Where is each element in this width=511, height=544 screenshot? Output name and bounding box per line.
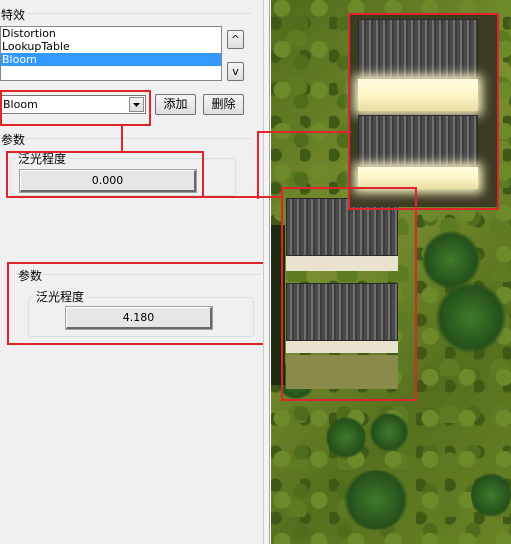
shrub-4 xyxy=(369,412,409,452)
add-effect-button[interactable]: 添加 xyxy=(155,94,196,115)
panel-splitter[interactable] xyxy=(263,0,270,544)
connector-line-combo xyxy=(121,124,123,152)
highlight-zoom-callout xyxy=(7,262,267,345)
game-viewport[interactable] xyxy=(271,0,511,544)
move-up-button[interactable]: ^ xyxy=(227,30,244,49)
highlight-bloom-building xyxy=(348,13,499,210)
connector-line-top xyxy=(257,131,351,133)
effect-list[interactable]: Distortion LookupTable Bloom xyxy=(0,26,222,81)
highlight-params-box xyxy=(6,151,204,198)
delete-effect-button[interactable]: 删除 xyxy=(203,94,244,115)
params-group-line xyxy=(26,138,251,139)
effect-item-distortion[interactable]: Distortion xyxy=(1,27,221,40)
shrub-5 xyxy=(341,470,411,530)
property-panel: 特效 Distortion LookupTable Bloom ^ v Bloo… xyxy=(0,0,267,544)
effect-item-lookuptable[interactable]: LookupTable xyxy=(1,40,221,53)
connector-line-vertical xyxy=(257,131,259,199)
highlight-combo-box xyxy=(0,90,151,126)
effects-group-title: 特效 xyxy=(1,8,26,22)
effect-item-bloom[interactable]: Bloom xyxy=(1,53,221,66)
move-down-button[interactable]: v xyxy=(227,62,244,81)
shrub-3 xyxy=(326,415,366,460)
effects-group-line xyxy=(26,13,251,14)
connector-line-mid xyxy=(203,196,283,198)
params-group-title: 参数 xyxy=(1,133,26,147)
highlight-normal-building xyxy=(281,187,417,401)
shrub-2 xyxy=(436,280,506,355)
shrub-7 xyxy=(471,470,511,520)
